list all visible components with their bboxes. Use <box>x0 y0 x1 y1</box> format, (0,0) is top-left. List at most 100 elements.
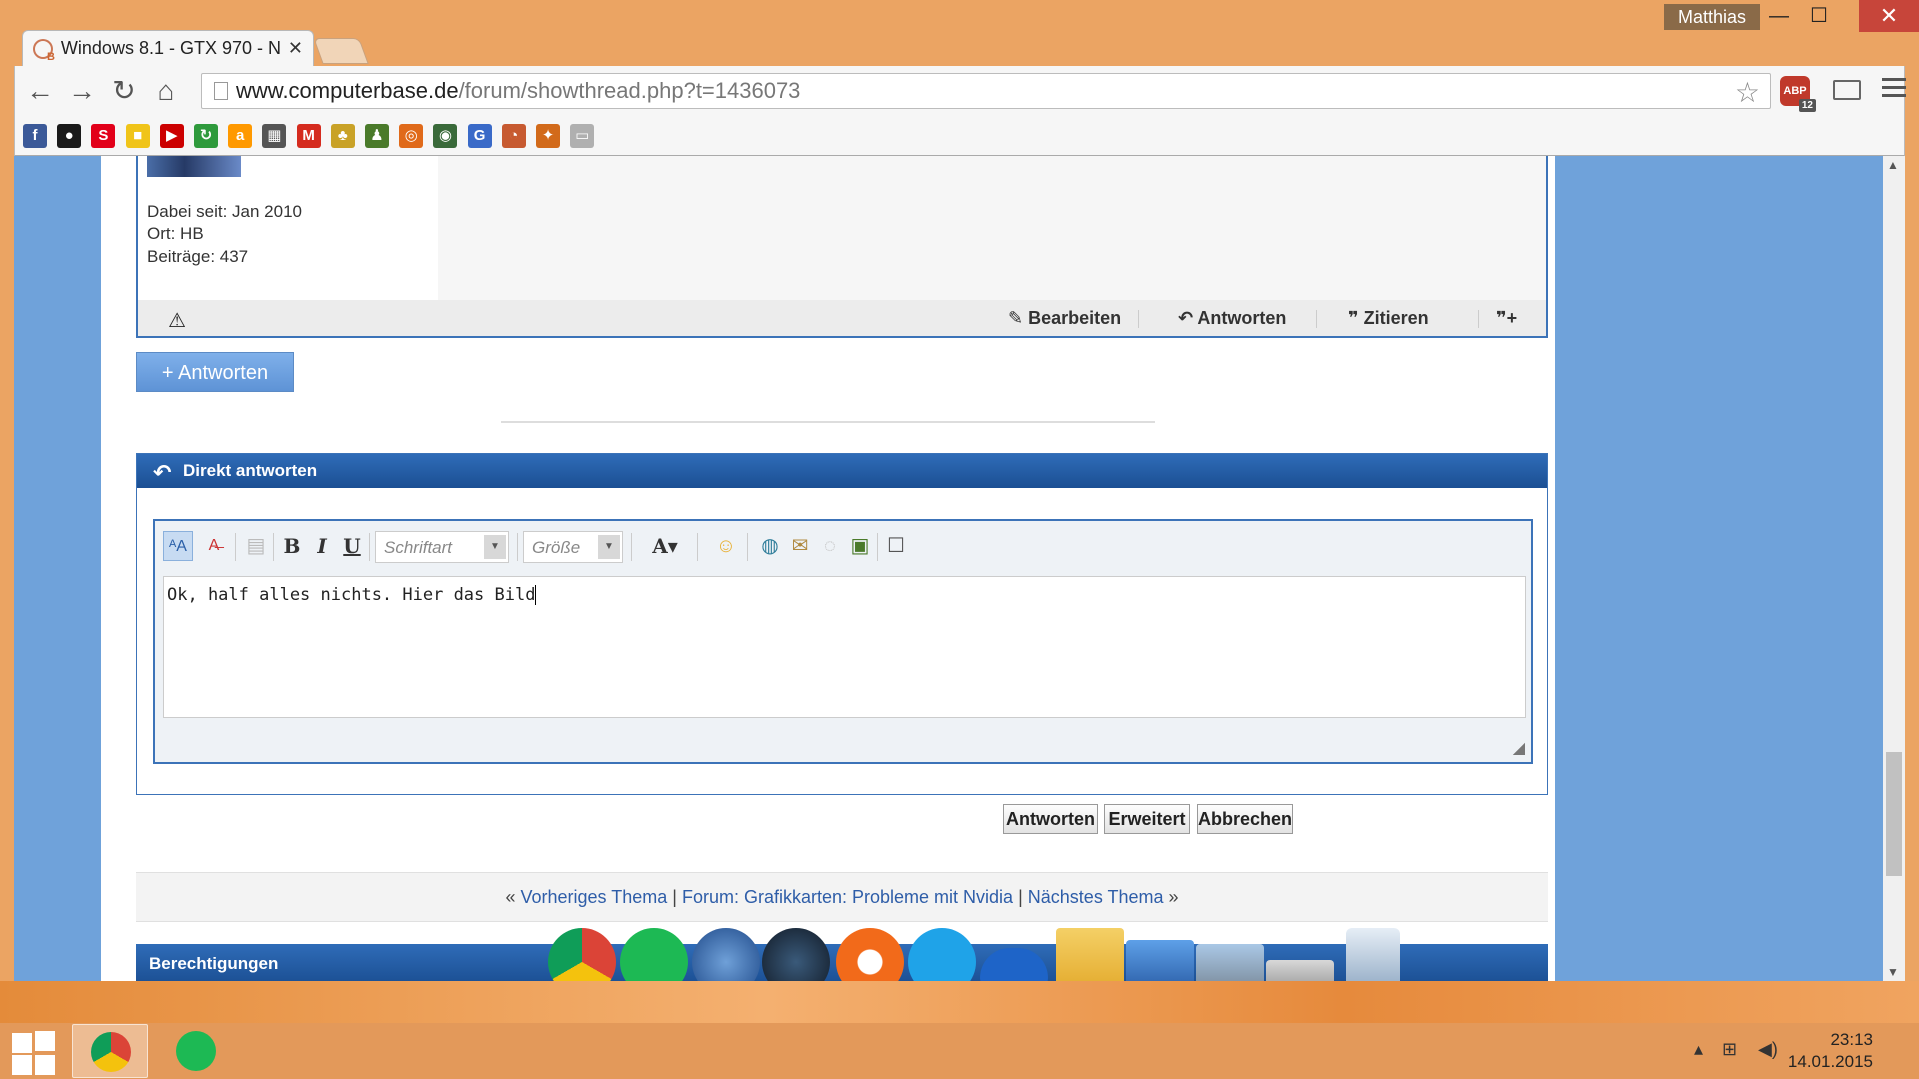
scroll-down-icon[interactable]: ▼ <box>1887 965 1899 979</box>
wysiwyg-mode-icon[interactable]: ᴬA <box>163 531 193 561</box>
youtube-icon[interactable]: ▶ <box>159 124 184 148</box>
thread-navigation: « Vorheriges Thema | Forum: Grafikkarten… <box>136 872 1548 922</box>
yellow-icon[interactable]: ■ <box>125 124 150 148</box>
insert-link-icon[interactable]: ◍ <box>755 531 785 561</box>
quick-reply-title: Direkt antworten <box>183 461 318 480</box>
message-textarea[interactable]: Ok, half alles nichts. Hier das Bild <box>163 576 1526 718</box>
shop-icon[interactable]: ▦ <box>262 124 287 148</box>
previous-thread-link[interactable]: Vorheriges Thema <box>520 887 667 907</box>
pineapple-icon[interactable]: ♣ <box>330 124 355 148</box>
separator <box>697 533 698 561</box>
reply-arrow-icon: ↶ <box>153 460 172 485</box>
new-tab-button[interactable] <box>313 38 369 64</box>
spotify-icon <box>176 1031 216 1071</box>
reply-post-button[interactable]: ↶ Antworten <box>1178 308 1286 329</box>
next-arrow: » <box>1168 887 1179 907</box>
address-bar[interactable]: www.computerbase.de/forum/showthread.php… <box>201 73 1771 109</box>
chrome-menu-icon[interactable] <box>1882 78 1906 100</box>
insert-image-icon[interactable]: ▣ <box>845 531 875 561</box>
computerbase-favicon-icon <box>33 38 55 63</box>
divider <box>501 421 1155 423</box>
separator <box>517 533 518 561</box>
advanced-reply-button[interactable]: Erweitert <box>1104 804 1190 834</box>
owl-icon[interactable]: ◉ <box>433 124 458 148</box>
windows-start-icon[interactable] <box>12 1031 56 1075</box>
user-profile-button[interactable]: Matthias <box>1663 4 1760 30</box>
system-clock[interactable]: 23:13 14.01.2015 <box>1788 1029 1873 1073</box>
amazon-icon[interactable]: a <box>228 124 253 148</box>
user-post-count: Beiträge: 437 <box>147 247 249 266</box>
show-hidden-icons-icon[interactable]: ▴ <box>1694 1039 1703 1060</box>
scrollbar-thumb[interactable] <box>1886 752 1902 876</box>
reload-icon[interactable]: ↻ <box>109 76 139 106</box>
chess-icon[interactable]: ♟ <box>365 124 389 148</box>
page-scrollbar[interactable]: ▲ ▼ <box>1883 156 1905 981</box>
abp-count-badge: 12 <box>1798 99 1816 112</box>
taskbar-spotify[interactable] <box>158 1024 234 1078</box>
paste-icon[interactable]: ▤ <box>241 531 271 561</box>
computerbase-icon[interactable]: ◔ <box>501 124 526 148</box>
avatar <box>147 156 241 177</box>
text-caret <box>535 585 537 605</box>
underline-icon[interactable]: U <box>337 531 367 561</box>
edit-post-button[interactable]: ✎ Bearbeiten <box>1008 308 1121 329</box>
quote-icon: ❞ <box>1348 308 1364 328</box>
email-icon[interactable]: ✉ <box>785 531 815 561</box>
browser-tab[interactable]: Windows 8.1 - GTX 970 - N ✕ <box>22 30 314 66</box>
adblock-plus-icon[interactable]: ABP 12 <box>1780 76 1816 112</box>
network-icon[interactable]: ⊞ <box>1722 1039 1737 1060</box>
cancel-reply-button[interactable]: Abbrechen <box>1197 804 1293 834</box>
clock-time: 23:13 <box>1830 1030 1873 1049</box>
font-size-select[interactable]: Größe ▼ <box>523 531 623 563</box>
mydealz-icon[interactable]: M <box>296 124 321 148</box>
cast-icon[interactable] <box>1833 80 1861 100</box>
facebook-icon[interactable]: f <box>23 124 47 148</box>
page-viewport: Dabei seit: Jan 2010 Ort: HB Beiträge: 4… <box>14 156 1905 981</box>
italic-icon[interactable]: I <box>307 531 337 561</box>
font-family-select[interactable]: Schriftart ▼ <box>375 531 509 563</box>
forum-page: Dabei seit: Jan 2010 Ort: HB Beiträge: 4… <box>101 156 1555 981</box>
forum-link[interactable]: Forum: Grafikkarten: Probleme mit Nvidia <box>682 887 1013 907</box>
font-family-placeholder: Schriftart <box>384 538 453 557</box>
remove-format-icon[interactable]: A̶ <box>199 531 229 561</box>
g-icon[interactable]: G <box>467 124 492 148</box>
bookmarks-bar: f ● S ■ ▶ ↻ a ▦ M ♣ ♟ ◎ ◉ G ◔ ✦ ▭ <box>14 118 1905 156</box>
sparkasse-icon[interactable]: S <box>91 124 116 148</box>
bookmark-star-icon[interactable]: ☆ <box>1735 76 1760 109</box>
close-window-button[interactable]: ✕ <box>1859 0 1919 32</box>
reply-label: Antworten <box>1197 308 1287 328</box>
post-user-info: Dabei seit: Jan 2010 Ort: HB Beiträge: 4… <box>138 156 438 300</box>
tumblr-icon[interactable]: ● <box>57 124 82 148</box>
unlink-icon[interactable]: ◌ <box>815 531 845 561</box>
home-icon[interactable]: ⌂ <box>151 76 181 106</box>
maximize-button[interactable]: ☐ <box>1799 0 1839 32</box>
text-color-icon[interactable]: A▾ <box>641 531 689 561</box>
tab-title: Windows 8.1 - GTX 970 - N <box>60 38 281 58</box>
puzzle-icon[interactable]: ✦ <box>536 124 560 148</box>
multi-quote-icon[interactable]: ❞+ <box>1496 308 1517 329</box>
back-icon[interactable]: ← <box>25 76 55 106</box>
forward-icon[interactable]: → <box>67 76 97 106</box>
basketball-icon[interactable]: ◎ <box>399 124 424 148</box>
user-joined: Dabei seit: Jan 2010 <box>147 202 302 221</box>
slides-icon[interactable]: ▭ <box>570 124 595 148</box>
smiley-icon[interactable]: ☺ <box>711 531 741 561</box>
quote-bubble-icon[interactable]: ☐ <box>881 531 911 561</box>
edit-label: Bearbeiten <box>1028 308 1122 328</box>
report-warning-icon[interactable]: ⚠ <box>168 308 186 333</box>
new-reply-button[interactable]: + Antworten <box>136 352 294 392</box>
next-thread-link[interactable]: Nächstes Thema <box>1028 887 1164 907</box>
scroll-up-icon[interactable]: ▲ <box>1887 158 1899 172</box>
forum-post: Dabei seit: Jan 2010 Ort: HB Beiträge: 4… <box>136 156 1548 338</box>
bold-icon[interactable]: B <box>277 531 307 561</box>
tab-close-icon[interactable]: ✕ <box>288 38 303 59</box>
separator <box>1138 310 1139 328</box>
minimize-button[interactable]: — <box>1759 0 1799 32</box>
post-actions: ⚠ ✎ Bearbeiten ↶ Antworten ❞ Zitieren ❞+ <box>138 300 1546 336</box>
taskbar-chrome[interactable] <box>72 1024 148 1078</box>
volume-icon[interactable]: ◀) <box>1758 1039 1778 1060</box>
quote-post-button[interactable]: ❞ Zitieren <box>1348 308 1429 329</box>
submit-reply-button[interactable]: Antworten <box>1003 804 1098 834</box>
resize-handle-icon[interactable]: ◢ <box>1513 738 1525 758</box>
recycle-icon[interactable]: ↻ <box>194 124 218 148</box>
